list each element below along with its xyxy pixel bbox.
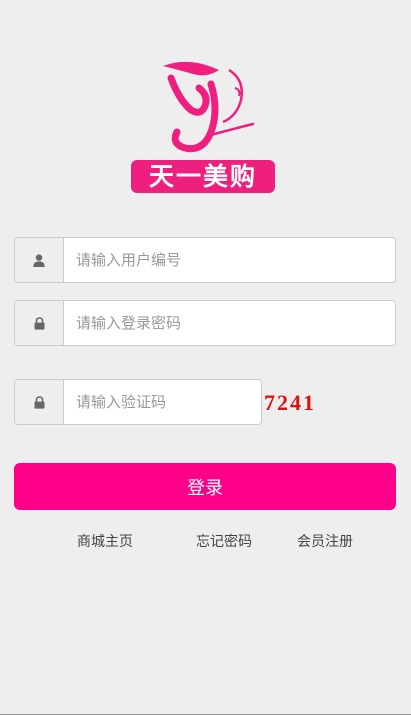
password-input[interactable] — [64, 301, 395, 345]
logo-letter-y — [163, 61, 255, 153]
captcha-text: 7241 — [264, 390, 316, 415]
username-field — [14, 237, 396, 283]
captcha-image[interactable]: 7241 — [264, 389, 324, 417]
username-input[interactable] — [64, 238, 395, 282]
brand-logo: 天一美购 — [131, 60, 276, 195]
login-button[interactable]: 登录 — [14, 463, 396, 510]
password-field — [14, 300, 396, 346]
register-link[interactable]: 会员注册 — [297, 531, 353, 551]
user-icon — [15, 238, 64, 282]
forgot-password-link[interactable]: 忘记密码 — [196, 531, 252, 551]
brand-name: 天一美购 — [131, 160, 275, 193]
mall-home-link[interactable]: 商城主页 — [77, 531, 133, 551]
captcha-field — [14, 379, 262, 425]
lock-icon — [15, 380, 64, 424]
captcha-input[interactable] — [64, 380, 261, 424]
lock-icon — [15, 301, 64, 345]
